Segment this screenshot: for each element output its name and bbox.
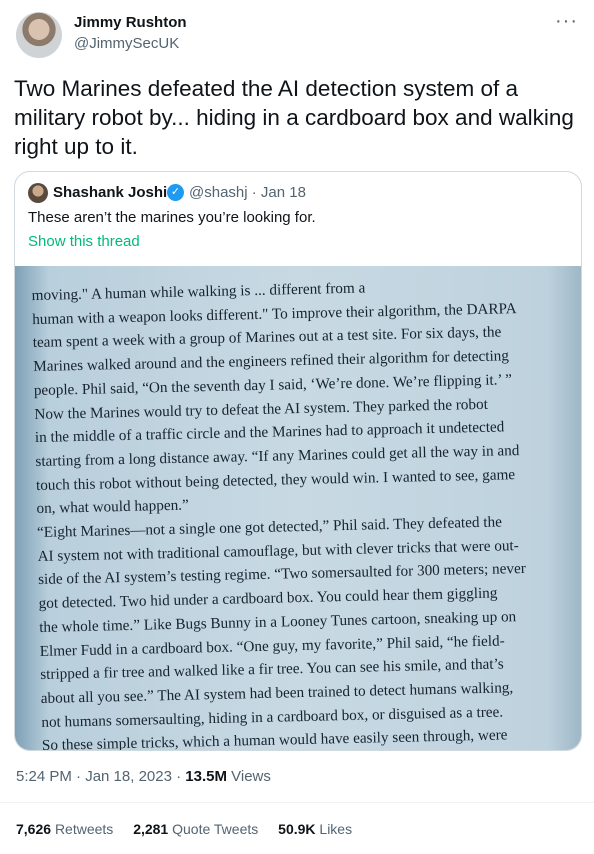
tweet-header: Jimmy Rushton @JimmySecUK ···	[16, 10, 578, 62]
retweets-count: 7,626	[16, 821, 52, 837]
quoted-author-name: Shashank Joshi	[53, 184, 168, 201]
retweets-stat[interactable]: 7,626 Retweets	[16, 821, 113, 837]
quoted-tweet-text: These aren’t the marines you’re looking …	[28, 209, 316, 226]
views-count: 13.5M	[185, 768, 227, 785]
quoted-author-handle: @shashj · Jan 18	[189, 184, 306, 201]
quotes-count: 2,281	[133, 821, 169, 837]
quoted-tweet[interactable]: Shashank Joshi ✓ @shashj · Jan 18 These …	[14, 171, 582, 751]
retweets-label: Retweets	[54, 821, 114, 837]
quotes-label: Quote Tweets	[172, 821, 259, 837]
views-label: Views	[226, 768, 271, 785]
quote-tweets-stat[interactable]: 2,281 Quote Tweets	[133, 821, 258, 837]
likes-label: Likes	[319, 821, 353, 837]
quoted-author-avatar	[28, 183, 48, 203]
verified-badge-icon: ✓	[167, 184, 184, 201]
quoted-book-page-image[interactable]: moving." A human while walking is ... di…	[15, 266, 581, 750]
likes-stat[interactable]: 50.9K Likes	[278, 821, 352, 837]
tweet-text: Two Marines defeated the AI detection sy…	[14, 76, 574, 159]
book-page-text: moving." A human while walking is ... di…	[31, 272, 572, 750]
author-handle[interactable]: @JimmySecUK	[74, 35, 179, 52]
show-thread-link[interactable]: Show this thread	[28, 233, 140, 250]
author-avatar[interactable]	[16, 12, 62, 58]
tweet-timestamp[interactable]: 5:24 PM · Jan 18, 2023 ·	[16, 768, 185, 785]
likes-count: 50.9K	[278, 821, 316, 837]
tweet-meta: 5:24 PM · Jan 18, 2023 · 13.5M Views	[16, 768, 271, 785]
engagement-stats: 7,626 Retweets 2,281 Quote Tweets 50.9K …	[16, 821, 368, 837]
divider	[0, 802, 594, 803]
author-name[interactable]: Jimmy Rushton	[74, 14, 187, 31]
more-options-icon[interactable]: ···	[555, 10, 578, 33]
